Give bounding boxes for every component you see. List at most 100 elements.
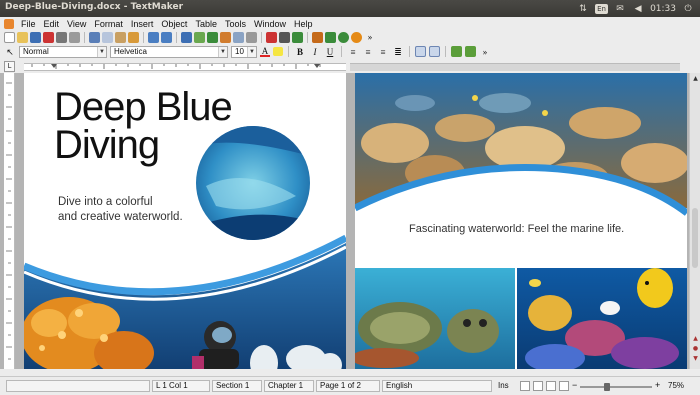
insert-object-icon[interactable] [465, 46, 476, 57]
numbering-icon[interactable] [415, 46, 426, 57]
export-pdf-icon[interactable] [43, 31, 54, 43]
save-icon[interactable] [30, 31, 41, 43]
chevron-down-icon[interactable]: ▼ [247, 46, 256, 57]
document-page-2[interactable]: Fascinating waterworld: Feel the marine … [355, 73, 687, 369]
paragraph-style-combo[interactable]: Normal ▼ [19, 45, 107, 58]
copy-icon[interactable] [102, 31, 113, 43]
outline-view-icon[interactable] [546, 381, 556, 391]
menu-tools[interactable]: Tools [221, 19, 250, 29]
text-frame-icon[interactable] [266, 31, 277, 43]
scrollbar-thumb[interactable] [692, 208, 698, 268]
toolbar-separator [341, 46, 342, 57]
scroll-up-icon[interactable]: ▲ [691, 75, 700, 83]
document-workspace[interactable]: Deep Blue Diving Dive into a colorful an… [0, 73, 700, 369]
pointer-mode-icon[interactable]: ↖ [4, 46, 16, 58]
status-section[interactable]: Section 1 [212, 380, 262, 392]
find-icon[interactable] [246, 31, 257, 43]
mail-icon[interactable]: ✉ [614, 4, 626, 14]
zoom-in-icon[interactable]: + [655, 380, 660, 390]
app-logo-icon [4, 18, 14, 29]
status-chapter[interactable]: Chapter 1 [264, 380, 314, 392]
menu-object[interactable]: Object [157, 19, 191, 29]
ruler-inactive-area [350, 63, 680, 71]
cut-icon[interactable] [89, 31, 100, 43]
power-icon[interactable]: ⏻ [682, 4, 694, 14]
align-right-icon[interactable]: ≡ [377, 46, 389, 58]
toolbar-overflow-icon[interactable]: » [479, 46, 491, 58]
insert-table-icon[interactable] [181, 31, 192, 43]
update-icon[interactable] [351, 31, 362, 43]
page-view-icon[interactable] [533, 381, 543, 391]
normal-view-icon[interactable] [520, 381, 530, 391]
ruler-scale[interactable] [24, 63, 346, 71]
format-painter-icon[interactable] [128, 31, 139, 43]
zoom-out-icon[interactable]: − [572, 380, 577, 390]
open-icon[interactable] [17, 31, 28, 43]
horizontal-ruler: L [0, 60, 700, 73]
document-page-1[interactable]: Deep Blue Diving Dive into a colorful an… [24, 73, 346, 369]
print-preview-icon[interactable] [69, 31, 80, 43]
paragraph-icon[interactable] [325, 31, 336, 43]
underline-button[interactable]: U [324, 46, 336, 58]
reef-circle-photo[interactable] [196, 126, 310, 240]
status-language[interactable]: English [382, 380, 492, 392]
new-document-icon[interactable] [4, 31, 15, 43]
page-subtitle: Dive into a colorful and creative waterw… [58, 195, 183, 225]
italic-button[interactable]: I [309, 46, 321, 58]
tab-type-selector[interactable]: L [4, 61, 15, 72]
insert-image-icon[interactable] [451, 46, 462, 57]
clock[interactable]: 01:33 [650, 4, 676, 14]
insert-field-icon[interactable] [279, 31, 290, 43]
menu-file[interactable]: File [17, 19, 40, 29]
help-icon[interactable] [338, 31, 349, 43]
spellcheck-icon[interactable] [292, 31, 303, 43]
status-page[interactable]: Page 1 of 2 [316, 380, 380, 392]
menu-edit[interactable]: Edit [40, 19, 64, 29]
align-left-icon[interactable]: ≡ [347, 46, 359, 58]
align-center-icon[interactable]: ≡ [362, 46, 374, 58]
status-position[interactable]: L 1 Col 1 [152, 380, 210, 392]
zoom-icon[interactable] [233, 31, 244, 43]
chevron-down-icon[interactable]: ▼ [218, 46, 227, 57]
print-icon[interactable] [56, 31, 67, 43]
justify-icon[interactable]: ≣ [392, 46, 404, 58]
chevron-down-icon[interactable]: ▼ [97, 46, 106, 57]
bold-button[interactable]: B [294, 46, 306, 58]
paragraph-style-value: Normal [23, 46, 49, 56]
toolbar-overflow-icon[interactable]: » [364, 31, 376, 43]
menu-window[interactable]: Window [250, 19, 290, 29]
volume-icon[interactable]: ◀ [632, 4, 644, 14]
master-page-view-icon[interactable] [559, 381, 569, 391]
page2-tagline: Fascinating waterworld: Feel the marine … [409, 223, 625, 235]
subtitle-line-2: and creative waterworld. [58, 211, 183, 223]
status-insert-mode[interactable]: Ins [494, 380, 516, 392]
menu-bar: File Edit View Format Insert Object Tabl… [0, 17, 700, 30]
font-color-icon[interactable]: A [260, 46, 270, 57]
font-size-combo[interactable]: 10 ▼ [231, 45, 257, 58]
menu-insert[interactable]: Insert [127, 19, 158, 29]
menu-table[interactable]: Table [191, 19, 221, 29]
redo-icon[interactable] [161, 31, 172, 43]
undo-icon[interactable] [148, 31, 159, 43]
insert-drawing-icon[interactable] [220, 31, 231, 43]
columns-icon[interactable] [312, 31, 323, 43]
highlight-color-icon[interactable] [273, 47, 283, 56]
next-page-icon[interactable]: ▼ [691, 355, 700, 363]
zoom-level[interactable]: 75% [668, 381, 684, 390]
previous-page-icon[interactable]: ▲ [691, 335, 700, 343]
browse-object-icon[interactable]: ● [691, 345, 700, 353]
network-icon[interactable]: ⇅ [577, 4, 589, 14]
menu-format[interactable]: Format [90, 19, 127, 29]
menu-help[interactable]: Help [290, 19, 317, 29]
vertical-ruler[interactable] [4, 73, 15, 369]
vertical-scrollbar[interactable]: ▲ ▲ ● ▼ [689, 73, 700, 369]
insert-chart-icon[interactable] [207, 31, 218, 43]
zoom-slider[interactable] [580, 383, 652, 391]
bullets-icon[interactable] [429, 46, 440, 57]
insert-picture-icon[interactable] [194, 31, 205, 43]
zoom-slider-knob[interactable] [604, 383, 610, 391]
font-family-combo[interactable]: Helvetica ▼ [110, 45, 228, 58]
paste-icon[interactable] [115, 31, 126, 43]
keyboard-layout-indicator[interactable]: En [595, 3, 609, 14]
menu-view[interactable]: View [63, 19, 90, 29]
